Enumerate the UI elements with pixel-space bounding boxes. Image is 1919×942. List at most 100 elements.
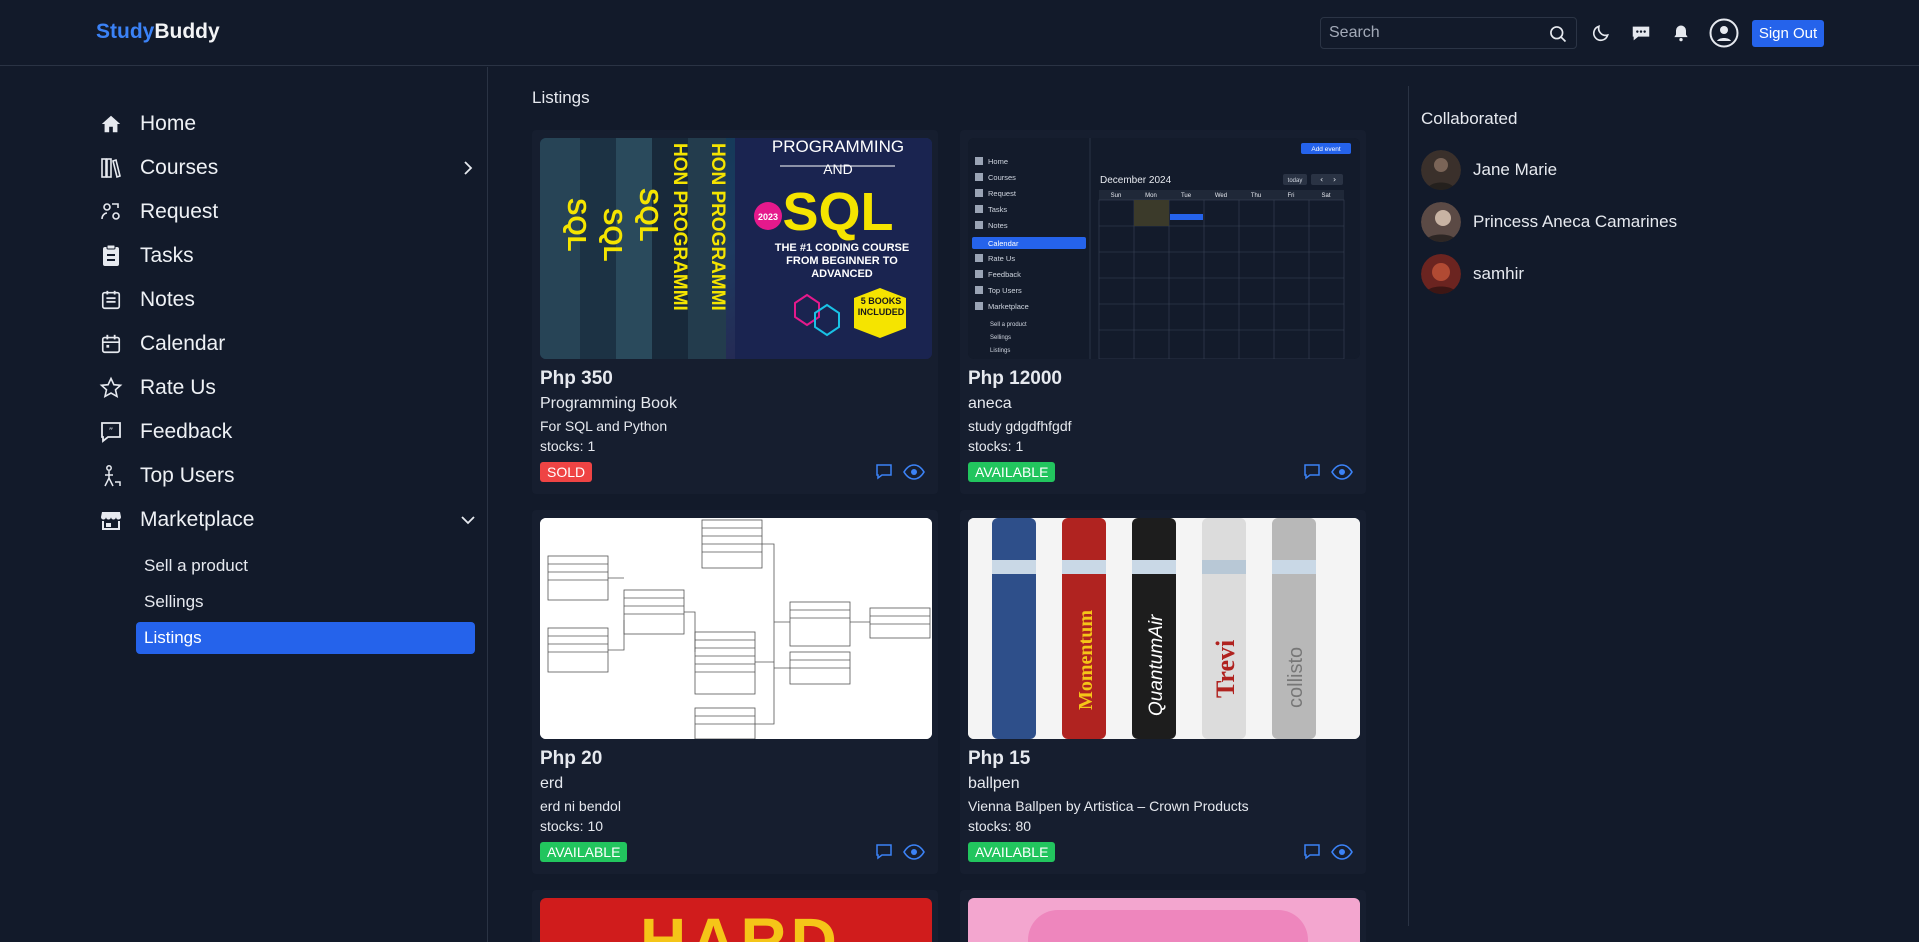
sidebar-subitem-sellings[interactable]: Sellings xyxy=(136,586,475,618)
sidebar-item-calendar[interactable]: Calendar xyxy=(98,326,478,362)
search-icon[interactable] xyxy=(1548,24,1568,44)
product-stock: stocks: 1 xyxy=(968,438,1024,454)
sidebar-item-tasks[interactable]: Tasks xyxy=(98,238,478,274)
sidebar-subitem-label: Sellings xyxy=(144,592,204,611)
calendar-icon xyxy=(98,331,124,357)
sidebar-subitem-sell-a-product[interactable]: Sell a product xyxy=(136,550,475,582)
request-icon xyxy=(98,199,124,225)
pen-print: Trevi xyxy=(1211,640,1240,698)
sidebar-item-notes[interactable]: Notes xyxy=(98,282,478,318)
product-price: Php 350 xyxy=(540,368,613,389)
message-icon[interactable] xyxy=(875,463,893,481)
collaborator-item[interactable]: Jane Marie xyxy=(1421,150,1557,190)
spine-text: SQL xyxy=(562,198,592,252)
listing-card[interactable]: Momentum QuantumAir Trevi collisto Php 1… xyxy=(960,510,1366,874)
sidebar-item-courses[interactable]: Courses xyxy=(98,150,478,186)
mini-add-event: Add event xyxy=(1311,146,1340,153)
sidebar-item-label: Request xyxy=(140,200,219,223)
product-image[interactable]: Home Courses Request Tasks Notes Calenda… xyxy=(968,138,1360,359)
sidebar-item-home[interactable]: Home xyxy=(98,106,478,142)
product-name: erd xyxy=(540,775,564,792)
search-box xyxy=(1320,17,1577,49)
cover-title: SQL xyxy=(782,182,893,242)
view-icon[interactable] xyxy=(1331,843,1353,861)
sidebar-item-top-users[interactable]: Top Users xyxy=(98,458,478,494)
notes-icon xyxy=(98,287,124,313)
page-title: Listings xyxy=(532,88,590,107)
listing-card[interactable]: HARD xyxy=(532,890,938,942)
star-icon xyxy=(98,375,124,401)
sign-out-button[interactable]: Sign Out xyxy=(1752,20,1824,47)
courses-icon xyxy=(98,155,124,181)
message-icon[interactable] xyxy=(875,843,893,861)
product-image[interactable] xyxy=(540,518,932,739)
sidebar-item-label: Rate Us xyxy=(140,376,216,399)
product-stock: stocks: 80 xyxy=(968,818,1032,834)
pen-print: QuantumAir xyxy=(1146,614,1167,716)
chevron-down-icon[interactable] xyxy=(458,510,478,530)
view-icon[interactable] xyxy=(903,463,925,481)
listing-card[interactable] xyxy=(960,890,1366,942)
mini-menu-item: Sellings xyxy=(990,335,1011,341)
avatar xyxy=(1421,202,1461,242)
status-badge: AVAILABLE xyxy=(968,842,1056,862)
product-image[interactable]: SQL SQL SQL HON PROGRAMMI HON PROGRAMMI … xyxy=(540,138,932,359)
product-image[interactable]: Momentum QuantumAir Trevi collisto xyxy=(968,518,1360,739)
product-image[interactable] xyxy=(968,898,1360,942)
product-description: study gdgdfhfgdf xyxy=(968,418,1072,434)
mini-menu-item: Calendar xyxy=(988,239,1019,248)
product-name: aneca xyxy=(968,395,1012,412)
message-icon[interactable] xyxy=(1303,463,1321,481)
home-icon xyxy=(98,111,124,137)
collaborator-item[interactable]: Princess Aneca Camarines xyxy=(1421,202,1677,242)
product-image[interactable]: HARD xyxy=(540,898,932,942)
status-badge: AVAILABLE xyxy=(540,842,628,862)
bell-icon[interactable] xyxy=(1668,20,1694,46)
chat-icon[interactable] xyxy=(1628,20,1654,46)
sidebar-subitem-label: Listings xyxy=(144,628,202,647)
collaborator-name: Princess Aneca Camarines xyxy=(1473,212,1678,231)
sidebar-item-rate-us[interactable]: Rate Us xyxy=(98,370,478,406)
moon-icon[interactable] xyxy=(1588,20,1614,46)
feedback-icon: ” xyxy=(98,419,124,445)
sidebar-subitem-listings[interactable]: Listings xyxy=(136,622,475,654)
sidebar-item-label: Tasks xyxy=(140,244,194,267)
sidebar-item-label: Feedback xyxy=(140,420,233,443)
mini-menu-item: Top Users xyxy=(988,286,1022,295)
user-icon[interactable] xyxy=(1709,18,1739,48)
top-bar: StudyBuddy Sign Out xyxy=(0,0,1919,66)
product-description: Vienna Ballpen by Artistica – Crown Prod… xyxy=(968,798,1249,814)
mini-menu-item: Marketplace xyxy=(988,302,1029,311)
cover-books-badge: 5 BOOKS INCLUDED xyxy=(857,296,905,317)
product-description: For SQL and Python xyxy=(540,418,668,434)
pen-print: Momentum xyxy=(1075,610,1097,710)
spine-text: HON PROGRAMMI xyxy=(669,143,690,311)
search-input[interactable] xyxy=(1321,18,1541,48)
mini-menu-item: Notes xyxy=(988,221,1008,230)
mini-dow: Wed xyxy=(1215,193,1227,199)
sidebar-item-label: Calendar xyxy=(140,332,226,355)
collaborator-item[interactable]: samhir xyxy=(1421,254,1524,294)
sidebar-item-feedback[interactable]: ” Feedback xyxy=(98,414,478,450)
message-icon[interactable] xyxy=(1303,843,1321,861)
chevron-right-icon[interactable] xyxy=(458,158,478,178)
listing-card[interactable]: Php 20 erd erd ni bendol stocks: 10 AVAI… xyxy=(532,510,938,874)
listing-card[interactable]: SQL SQL SQL HON PROGRAMMI HON PROGRAMMI … xyxy=(532,130,938,494)
mini-today: today xyxy=(1288,178,1303,184)
view-icon[interactable] xyxy=(903,843,925,861)
product-image-text: HARD xyxy=(640,905,841,942)
svg-text:”: ” xyxy=(109,427,114,437)
brand-logo[interactable]: StudyBuddy xyxy=(96,20,220,44)
sidebar-item-label: Marketplace xyxy=(140,508,255,531)
mini-dow: Sat xyxy=(1321,193,1330,199)
cover-title: AND xyxy=(823,161,853,177)
listing-card[interactable]: Home Courses Request Tasks Notes Calenda… xyxy=(960,130,1366,494)
product-price: Php 12000 xyxy=(968,368,1062,389)
view-icon[interactable] xyxy=(1331,463,1353,481)
sidebar-item-request[interactable]: Request xyxy=(98,194,478,230)
sidebar-item-marketplace[interactable]: Marketplace xyxy=(98,502,478,538)
cover-tagline: THE #1 CODING COURSE FROM BEGINNER TO AD… xyxy=(774,242,910,280)
pen-print: collisto xyxy=(1285,647,1307,708)
mini-dow: Fri xyxy=(1288,193,1295,199)
collaborator-name: samhir xyxy=(1473,264,1525,283)
